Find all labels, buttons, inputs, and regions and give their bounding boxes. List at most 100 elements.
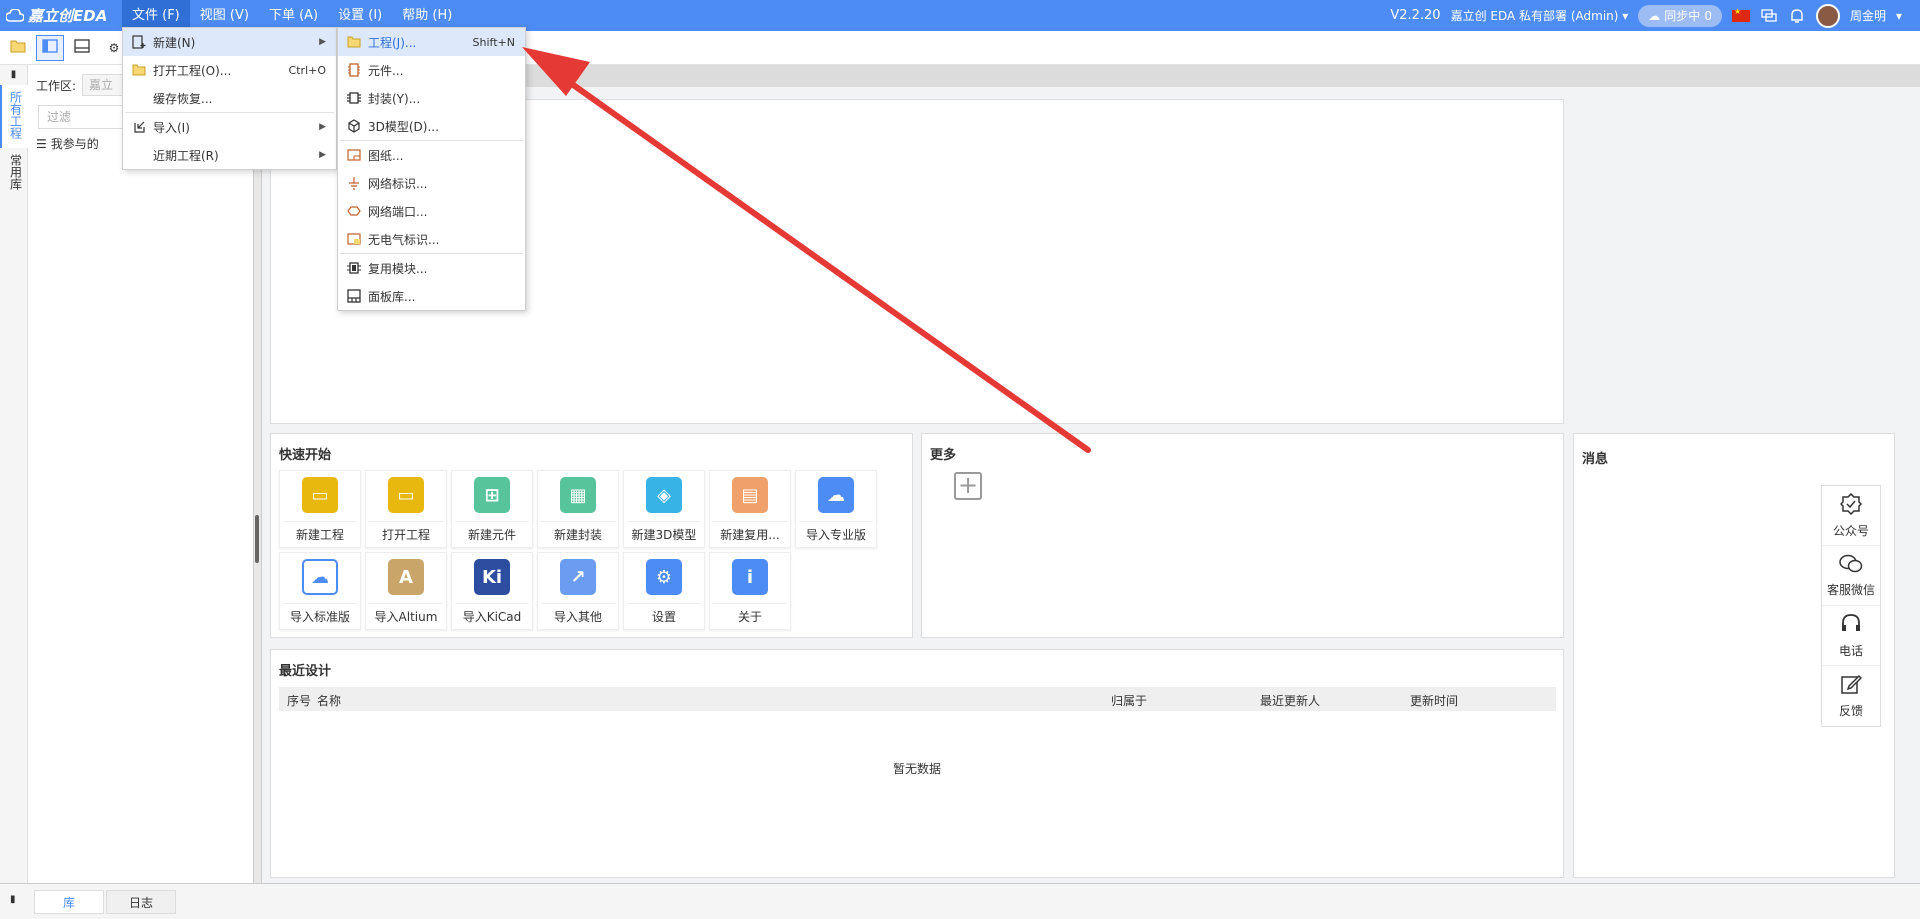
quick-start-title: 快速开始 [279,448,332,463]
menu-item-import[interactable]: 导入(I) ▶ [123,113,336,141]
tab-library[interactable]: 库 [34,890,104,914]
quick-start-item[interactable]: ☁ 导入专业版 [795,470,877,548]
language-flag-icon[interactable] [1731,7,1750,22]
messages-title: 消息 [1582,452,1609,467]
new-menu-item[interactable]: 封装(Y)... [338,84,525,112]
menu-item-cache-restore[interactable]: 缓存恢复... [123,84,336,112]
column-header-name[interactable]: 名称 [317,692,341,709]
folder-icon [131,62,147,78]
quick-start-item[interactable]: ↗ 导入其他 [537,552,619,630]
bell-icon[interactable] [1788,7,1806,25]
quick-start-item[interactable]: ◈ 新建3D模型 [623,470,705,548]
menu-item-import-label: 导入(I) [153,120,190,135]
quick-start-item-label: 新建3D模型 [627,521,701,543]
cloud-logo-icon [6,7,24,25]
topbar-right: V2.2.20 嘉立创 EDA 私有部署 (Admin) ▾ ☁ 同步中 0 周… [1390,0,1920,31]
chevron-down-icon[interactable]: ▾ [1896,9,1902,23]
sync-count: 0 [1704,8,1712,23]
new-menu-item[interactable]: 元件... [338,56,525,84]
tab-common-library[interactable]: 常用库 [0,148,28,199]
avatar[interactable] [1815,3,1840,28]
new-file-icon [131,34,147,50]
new-menu-item-label: 封装(Y)... [368,91,421,106]
tree-item-label: 我参与的 [50,137,99,151]
wechat-service-button[interactable]: 客服微信 [1822,546,1880,606]
new-menu-item[interactable]: 面板库... [338,282,525,310]
quick-start-item[interactable]: ⊞ 新建元件 [451,470,533,548]
submenu-arrow-icon: ▶ [319,122,326,132]
panel-splitter[interactable] [254,65,262,883]
left-vertical-tabs: ▮ 所有工程 常用库 [0,65,28,883]
phone-button[interactable]: 电话 [1822,606,1880,666]
more-card: 更多 + [921,433,1564,638]
quick-start-item-label: 新建封装 [541,521,615,543]
badge-check-icon [1839,492,1863,518]
quick-start-item[interactable]: Ki 导入KiCad [451,552,533,630]
open-folder-button[interactable] [4,35,32,61]
column-header-updated-time[interactable]: 更新时间 [1410,692,1458,709]
official-account-button[interactable]: 公众号 [1822,486,1880,546]
org-selector[interactable]: 嘉立创 EDA 私有部署 (Admin) ▾ [1451,7,1629,24]
column-header-updater[interactable]: 最近更新人 [1260,692,1320,709]
submenu-arrow-icon: ▶ [319,37,326,47]
toggle-bottom-panel-button[interactable] [68,35,96,61]
feedback-button[interactable]: 反馈 [1822,666,1880,726]
kicad-icon: Ki [474,559,510,595]
wechat-service-label: 客服微信 [1826,582,1875,597]
official-account-label: 公众号 [1832,523,1869,538]
new-menu-item[interactable]: 图纸... [338,141,525,169]
new-menu-item[interactable]: 无电气标识... [338,225,525,253]
quick-start-item[interactable]: ☁ 导入标准版 [279,552,361,630]
tab-log[interactable]: 日志 [106,890,176,914]
new-menu-item-label: 网络端口... [368,204,428,219]
quick-start-item-label: 新建复用... [713,521,787,543]
menu-item-new-label: 新建(N) [153,35,196,50]
quick-start-item[interactable]: ▤ 新建复用... [709,470,791,548]
quick-start-item[interactable]: ▭ 打开工程 [365,470,447,548]
quick-start-item[interactable]: ▦ 新建封装 [537,470,619,548]
wechat-icon [1839,554,1863,577]
menu-item-recent-projects-label: 近期工程(R) [153,148,219,163]
new-menu-item-label: 图纸... [368,148,404,163]
tab-all-projects[interactable]: 所有工程 [0,85,28,148]
bottom-pin-icon[interactable]: ▮ [10,894,16,905]
quick-start-item-label: 导入标准版 [283,603,357,625]
new-menu-item[interactable]: 网络标识... [338,169,525,197]
folder-icon [346,34,362,50]
menu-item-new[interactable]: 新建(N) ▶ [123,28,336,56]
user-name[interactable]: 周金明 [1850,7,1886,24]
menu-item-cache-restore-label: 缓存恢复... [153,91,213,106]
new-menu-item[interactable]: 3D模型(D)... [338,112,525,140]
new-menu-item[interactable]: 网络端口... [338,197,525,225]
list-icon: ☰ [36,136,47,151]
column-header-index[interactable]: 序号 [287,692,311,709]
quick-start-item[interactable]: ▭ 新建工程 [279,470,361,548]
splitter-grip[interactable] [255,515,259,563]
quick-start-item[interactable]: ⚙ 设置 [623,552,705,630]
tab-all-projects-label: 所有工程 [8,91,23,139]
workspace-panel: 工作区: 嘉立 过滤 ☰ 我参与的 [28,65,254,883]
component-icon: ⊞ [474,477,510,513]
quick-start-item-label: 关于 [713,603,787,625]
sync-status[interactable]: ☁ 同步中 0 [1638,4,1722,27]
column-header-owner[interactable]: 归属于 [1111,692,1147,709]
new-menu-item[interactable]: 复用模块... [338,254,525,282]
altium-icon: A [388,559,424,595]
quick-start-item[interactable]: A 导入Altium [365,552,447,630]
gear-icon: ⚙ [646,559,682,595]
cloud-pro-icon: ☁ [818,477,854,513]
chat-icon[interactable] [1760,7,1778,25]
quick-start-item-label: 导入专业版 [799,521,873,543]
folder-icon: ▭ [302,477,338,513]
quick-start-item-label: 打开工程 [369,521,443,543]
new-menu-item-label: 元件... [368,63,404,78]
menu-item-recent-projects[interactable]: 近期工程(R) ▶ [123,141,336,169]
menu-item-open-project[interactable]: 打开工程(O)... Ctrl+O [123,56,336,84]
toggle-left-panel-button[interactable] [36,34,64,61]
add-more-button[interactable]: + [954,472,982,500]
version-label: V2.2.20 [1390,8,1441,23]
pin-icon[interactable]: ▮ [0,65,27,85]
empty-state: 暂无数据 [892,762,941,776]
new-menu-item[interactable]: 工程(J)... Shift+N [338,28,525,56]
quick-start-item[interactable]: i 关于 [709,552,791,630]
